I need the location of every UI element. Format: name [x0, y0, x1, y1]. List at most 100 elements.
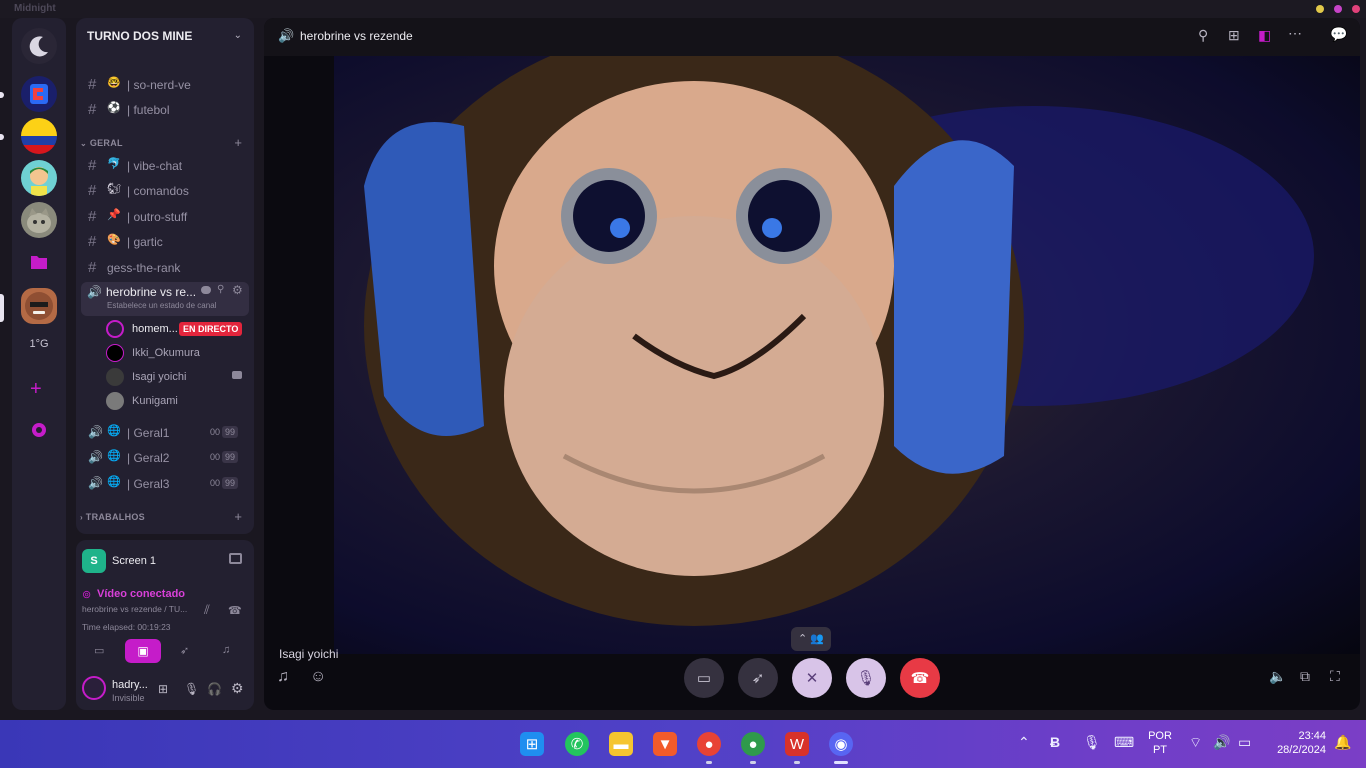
running-indicator [750, 761, 756, 764]
taskbar: ⊞ ✆ ▬ ▼ ● ● W ◉ ⌃ Ƀ 🎙 ⌨ POR PT ⌔ 🔊 ▭ 23:4… [0, 720, 1366, 768]
channel-outro-stuff[interactable]: # 📌 | outro-stuff [82, 205, 248, 227]
hash-icon: # [88, 76, 97, 93]
discover-icon[interactable] [31, 422, 47, 441]
voice-channel-active[interactable]: 🔊 herobrine vs re... Estabelece un estad… [81, 282, 249, 316]
tray-app-icon[interactable]: Ƀ [1050, 734, 1060, 750]
volume-icon[interactable]: 🔈 [1269, 668, 1286, 685]
voice-channel-geral3[interactable]: 🔊 🌐 | Geral3 00 99 [82, 472, 248, 494]
video-feed[interactable] [334, 26, 1360, 654]
windows-start-icon[interactable]: ⊞ [520, 732, 544, 756]
user-count: 00 99 [210, 426, 238, 438]
soundboard-icon[interactable]: ♫ [277, 668, 289, 686]
brave-icon[interactable]: ▼ [653, 732, 677, 756]
minimize-button[interactable] [1316, 5, 1324, 13]
hash-icon: # [88, 182, 97, 199]
user-avatar[interactable] [82, 676, 106, 700]
more-options-icon[interactable]: ⋯ [1288, 25, 1302, 42]
channel-so-nerd-ve[interactable]: # 🤓 | so-nerd-ve [82, 73, 248, 95]
channel-gartic[interactable]: # 🎨 | gartic [82, 230, 248, 252]
chat-icon[interactable]: 💬 [1330, 26, 1347, 43]
channel-path[interactable]: herobrine vs rezende / TU... [82, 604, 187, 614]
participants-toggle[interactable]: ⌃ 👥 [791, 627, 831, 651]
connection-status[interactable]: Vídeo conectado [97, 588, 185, 600]
battery-icon[interactable]: ▭ [1238, 734, 1251, 751]
mic-button[interactable]: 🎙 [846, 658, 886, 698]
add-server-icon[interactable]: + [30, 378, 42, 401]
invite-user-icon[interactable]: ⚲ [1198, 27, 1208, 44]
maximize-button[interactable] [1334, 5, 1342, 13]
mic-icon[interactable]: 🎙 [184, 682, 199, 696]
channel-vibe-chat[interactable]: # 🐬 | vibe-chat [82, 154, 248, 176]
camera-off-button[interactable]: ▭ [684, 658, 724, 698]
tray-mic-icon[interactable]: 🎙 [1083, 734, 1101, 751]
stop-stream-icon[interactable] [229, 553, 242, 564]
voice-user-isagi[interactable]: Isagi yoichi [106, 366, 246, 386]
voice-channel-geral2[interactable]: 🔊 🌐 | Geral2 00 99 [82, 446, 248, 468]
close-button[interactable] [1352, 5, 1360, 13]
speaker-name: Isagi yoichi [279, 647, 339, 661]
voice-channel-geral1[interactable]: 🔊 🌐 | Geral1 00 99 [82, 421, 248, 443]
clock[interactable]: 23:44 28/2/2024 [1268, 730, 1326, 756]
picture-in-picture-icon[interactable]: ◧ [1258, 27, 1271, 44]
stop-screen-share-button[interactable]: ✕ [792, 658, 832, 698]
camera-off-icon[interactable]: ▭ [94, 644, 104, 657]
channel-label: | futebol [127, 103, 170, 117]
category-trabalhos[interactable]: › TRABALHOS [80, 512, 145, 522]
elapsed-time: Time elapsed: 00:19:23 [82, 622, 171, 632]
server-text-label[interactable]: 1°G [12, 338, 66, 350]
channel-futebol[interactable]: # ⚽ | futebol [82, 98, 248, 120]
category-geral[interactable]: ⌄ GERAL [80, 138, 123, 148]
gamepad-icon[interactable]: ⊞ [158, 682, 168, 696]
voice-user-homem[interactable]: homem... EN DIRECTO [106, 318, 246, 338]
add-member-icon[interactable]: ⚲ [217, 284, 224, 295]
soundboard-icon[interactable]: ♫ [222, 644, 230, 656]
noise-suppression-icon[interactable]: ⫽ [204, 602, 210, 618]
guild-header[interactable]: TURNO DOS MINE ⌄ [76, 18, 254, 54]
server-icon-cube[interactable] [21, 76, 57, 112]
add-channel-icon[interactable]: + [234, 509, 242, 524]
keyboard-icon[interactable]: ⌨ [1114, 734, 1134, 751]
gear-icon[interactable]: ⚙ [232, 283, 243, 297]
wps-office-icon[interactable]: W [785, 732, 809, 756]
chrome-profile-1-icon[interactable]: ● [697, 732, 721, 756]
language-indicator[interactable]: POR PT [1148, 730, 1172, 756]
emoji-icon[interactable]: ☺ [310, 668, 326, 686]
discord-icon[interactable]: ◉ [829, 732, 853, 756]
server-rail: 1°G + [0, 18, 66, 710]
settings-gear-icon[interactable]: ⚙ [231, 680, 244, 697]
channel-emoji: 🎨 [107, 234, 121, 246]
server-icon-colombia[interactable] [21, 118, 57, 154]
home-button[interactable] [21, 28, 57, 64]
whatsapp-icon[interactable]: ✆ [565, 732, 589, 756]
hash-icon: # [88, 233, 97, 250]
chat-bubble-icon[interactable] [201, 286, 211, 294]
grid-layout-icon[interactable]: ⊞ [1228, 27, 1240, 44]
server-folder[interactable] [21, 244, 57, 280]
voice-user-kunigami[interactable]: Kunigami [106, 390, 246, 410]
speaker-icon[interactable]: 🔊 [1213, 734, 1230, 751]
file-explorer-icon[interactable]: ▬ [609, 732, 633, 756]
add-channel-icon[interactable]: + [234, 135, 242, 150]
chevron-up-icon[interactable]: ⌃ [1018, 734, 1030, 751]
voice-user-ikki[interactable]: Ikki_Okumura [106, 342, 246, 362]
fullscreen-icon[interactable]: ⛶ [1330, 668, 1340, 685]
screen-share-button[interactable]: ▣ [125, 639, 161, 663]
pop-out-icon[interactable]: ⧉ [1300, 668, 1310, 685]
channel-comandos[interactable]: # 🐿 | comandos [82, 179, 248, 201]
server-icon-cartoon[interactable] [21, 160, 57, 196]
hang-up-button[interactable]: ☎ [900, 658, 940, 698]
user-name[interactable]: hadry... [112, 679, 148, 691]
user-count: 00 99 [210, 451, 238, 463]
server-icon-cat[interactable] [21, 202, 57, 238]
activity-button[interactable]: ➶ [738, 658, 778, 698]
channel-gess-the-rank[interactable]: # gess-the-rank [82, 256, 248, 278]
activity-rocket-icon[interactable]: ➶ [180, 644, 189, 657]
headset-icon[interactable]: 🎧 [207, 682, 222, 696]
notification-bell-icon[interactable]: 🔔 [1334, 734, 1351, 751]
server-icon-current[interactable] [21, 288, 57, 324]
channel-status-hint[interactable]: Estabelece un estado de canal [107, 301, 216, 310]
chrome-profile-2-icon[interactable]: ● [741, 732, 765, 756]
hash-icon: # [88, 101, 97, 118]
wifi-icon[interactable]: ⌔ [1189, 734, 1202, 752]
disconnect-icon[interactable]: ☎ [228, 604, 242, 617]
